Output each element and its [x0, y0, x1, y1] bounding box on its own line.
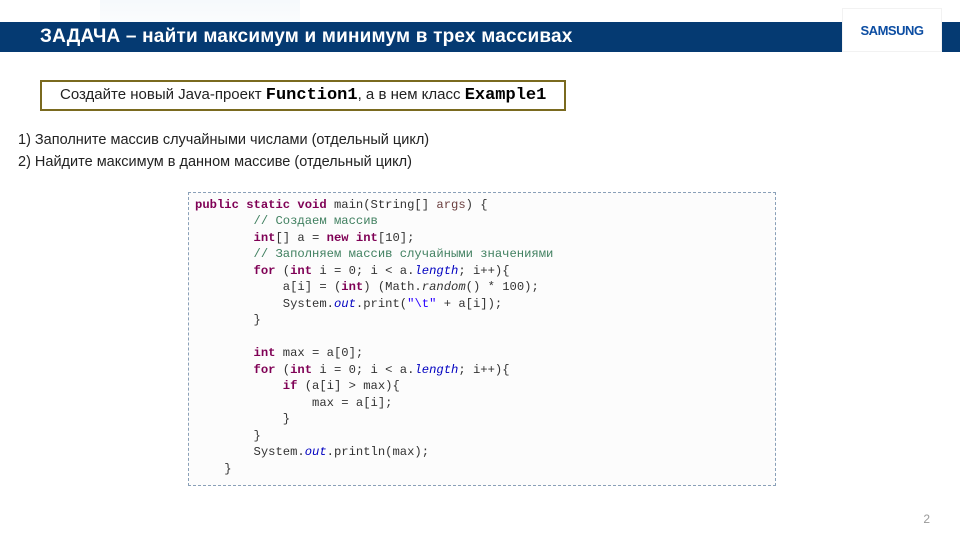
code-kw: new int — [327, 231, 378, 245]
code-text: } — [195, 412, 290, 426]
page-number: 2 — [923, 512, 930, 526]
code-kw: int — [290, 363, 312, 377]
code-text: System. — [195, 297, 334, 311]
code-text: ) (Math. — [363, 280, 422, 294]
code-kw: int — [341, 280, 363, 294]
code-text: ; i++){ — [458, 264, 509, 278]
code-param: args — [436, 198, 465, 212]
steps-list: 1) Заполните массив случайными числами (… — [18, 130, 429, 174]
code-text: [] a = — [275, 231, 326, 245]
instruction-function: Function1 — [266, 86, 358, 105]
code-text: } — [195, 462, 232, 476]
step-1: 1) Заполните массив случайными числами (… — [18, 130, 429, 152]
code-text: max = a[0]; — [275, 346, 363, 360]
code-kw: if — [195, 379, 297, 393]
code-comment: // Заполняем массив случайными значениям… — [195, 247, 553, 261]
code-field: out — [305, 445, 327, 459]
code-text: ; i++){ — [458, 363, 509, 377]
instruction-class: Example1 — [465, 86, 547, 105]
header-bar: ЗАДАЧА – найти максимум и минимум в трех… — [0, 22, 960, 52]
code-string: "\t" — [407, 297, 436, 311]
code-text: ( — [275, 363, 290, 377]
code-kw: int — [195, 231, 275, 245]
code-field: out — [334, 297, 356, 311]
code-kw: int — [195, 346, 275, 360]
instruction-mid: , а в нем класс — [358, 86, 465, 103]
code-text: () * 100); — [466, 280, 539, 294]
code-method: random — [422, 280, 466, 294]
code-comment: // Создаем массив — [195, 214, 378, 228]
code-text: i = 0; i < a. — [312, 363, 414, 377]
code-text: + a[i]); — [436, 297, 502, 311]
code-kw: public static void — [195, 198, 327, 212]
code-text: (a[i] > max){ — [297, 379, 399, 393]
code-text: .println(max); — [327, 445, 429, 459]
code-text: } — [195, 313, 261, 327]
logo-box: SAMSUNG — [842, 8, 942, 52]
code-text: main(String[] — [327, 198, 437, 212]
code-text: a[i] = ( — [195, 280, 341, 294]
code-text: System. — [195, 445, 305, 459]
code-text: ( — [275, 264, 290, 278]
code-text: .print( — [356, 297, 407, 311]
code-field: length — [414, 363, 458, 377]
page-title: ЗАДАЧА – найти максимум и минимум в трех… — [40, 26, 573, 48]
code-field: length — [414, 264, 458, 278]
code-text: } — [195, 429, 261, 443]
step-2: 2) Найдите максимум в данном массиве (от… — [18, 152, 429, 174]
samsung-logo: SAMSUNG — [861, 23, 924, 38]
code-text: max = a[i]; — [195, 396, 392, 410]
code-text: ) { — [466, 198, 488, 212]
code-kw: for — [195, 264, 275, 278]
code-text: i = 0; i < a. — [312, 264, 414, 278]
instruction-prefix: Создайте новый Java-проект — [60, 86, 266, 103]
instruction-box: Создайте новый Java-проект Function1, а … — [40, 80, 566, 111]
code-kw: int — [290, 264, 312, 278]
code-block: public static void main(String[] args) {… — [188, 192, 776, 486]
code-text: [10]; — [378, 231, 415, 245]
code-kw: for — [195, 363, 275, 377]
